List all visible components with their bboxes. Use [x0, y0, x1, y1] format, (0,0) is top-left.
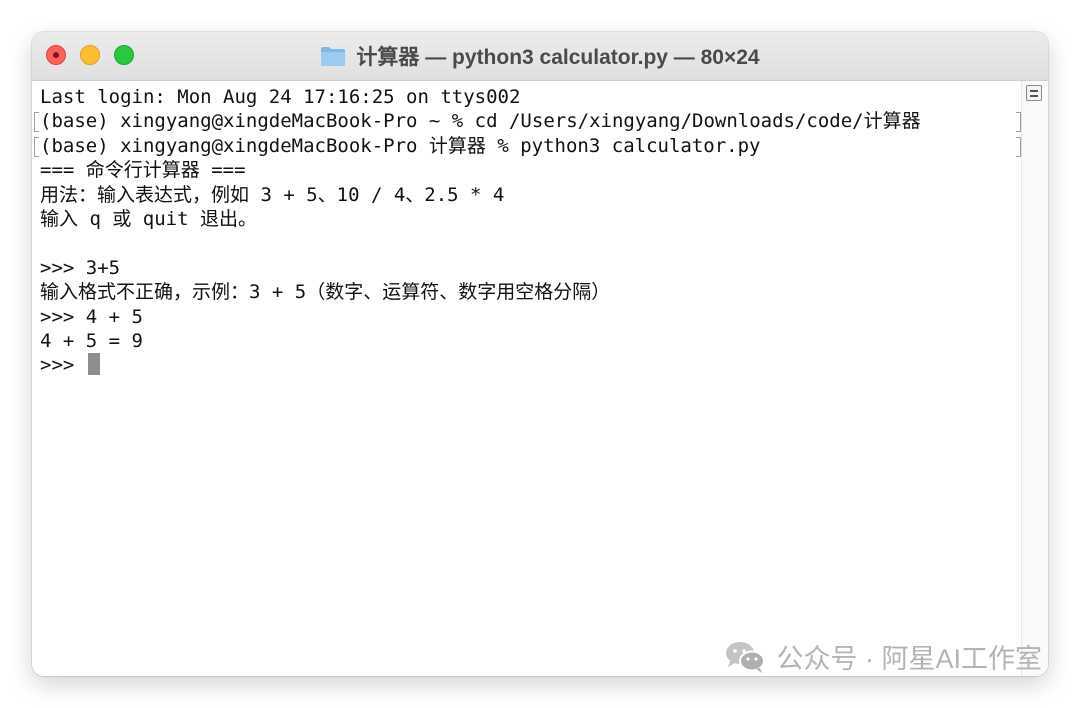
terminal-prompt-line[interactable]: >>>	[40, 353, 1018, 377]
menu-icon[interactable]	[1026, 85, 1042, 101]
watermark: 公众号 · 阿星AI工作室	[724, 637, 1042, 676]
text-cursor	[87, 353, 100, 376]
window-title-group: 计算器 — python3 calculator.py — 80×24	[32, 32, 1048, 80]
scrollbar[interactable]	[1021, 81, 1048, 676]
terminal-line: === 命令行计算器 ===	[40, 159, 246, 182]
prompt: >>>	[40, 354, 86, 377]
title-bar[interactable]: 计算器 — python3 calculator.py — 80×24	[32, 32, 1048, 81]
terminal-line: 输入 q 或 quit 退出。	[40, 207, 257, 230]
terminal-content[interactable]: Last login: Mon Aug 24 17:16:25 on ttys0…	[32, 81, 1048, 676]
terminal-line: Last login: Mon Aug 24 17:16:25 on ttys0…	[40, 86, 521, 108]
terminal-line: (base) xingyang@xingdeMacBook-Pro 计算器 % …	[34, 134, 1021, 158]
watermark-text: 公众号 · 阿星AI工作室	[776, 644, 1042, 674]
terminal-output: Last login: Mon Aug 24 17:16:25 on ttys0…	[34, 85, 1021, 378]
terminal-line: 用法：输入表达式，例如 3 + 5、10 / 4、2.5 * 4	[40, 183, 505, 206]
terminal-line: (base) xingyang@xingdeMacBook-Pro ~ % cd…	[34, 109, 1021, 133]
terminal-line: >>> 3+5	[40, 256, 121, 279]
wechat-icon	[726, 641, 766, 673]
folder-icon	[321, 47, 346, 66]
terminal-line: >>> 4 + 5	[40, 305, 143, 328]
terminal-line: 输入格式不正确，示例：3 + 5（数字、运算符、数字用空格分隔）	[40, 281, 611, 304]
terminal-line: 4 + 5 = 9	[40, 329, 143, 352]
window-title: 计算器 — python3 calculator.py — 80×24	[356, 46, 760, 69]
terminal-window: 计算器 — python3 calculator.py — 80×24 Last…	[32, 32, 1048, 676]
